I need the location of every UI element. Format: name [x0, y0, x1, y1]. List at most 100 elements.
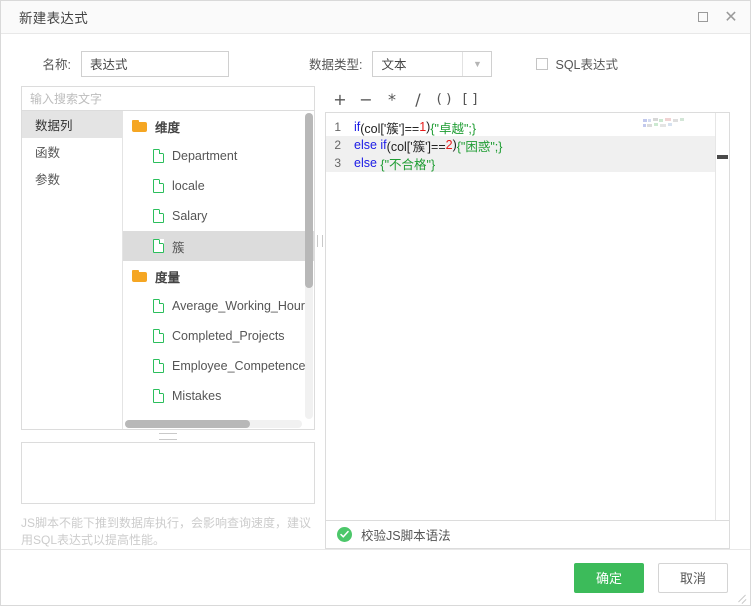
datatype-label: 数据类型: [309, 58, 363, 72]
name-label: 名称: [42, 58, 71, 72]
field-tree-panel: 数据列 函数 参数 维度 Department locale Salary 簇 … [21, 110, 315, 431]
tree-folder-measure[interactable]: 度量 [123, 261, 314, 291]
tree-horizontal-scrollbar[interactable] [125, 420, 302, 429]
operator-brackets-button[interactable]: [ ] [457, 87, 483, 111]
tree-item-locale[interactable]: locale [123, 171, 314, 201]
tree-node-label: Completed_Projects [172, 329, 285, 343]
tree-item-employee-competence[interactable]: Employee_Competence [123, 351, 314, 381]
checkbox-icon [536, 57, 549, 70]
tree-node-label: 簇 [172, 240, 185, 255]
name-input[interactable]: 表达式 [81, 50, 229, 77]
new-expression-dialog: 新建表达式 ✕ 名称: 表达式 数据类型: 文本 ▼ SQL表达式 输入搜索文字… [0, 0, 751, 606]
file-icon [153, 239, 164, 253]
operator-parentheses-label: ( ) [436, 91, 452, 107]
file-icon [153, 299, 164, 313]
expression-code-editor[interactable]: 1 if (col['簇']== 1 ) {"卓越";} 2 else if (… [325, 112, 730, 521]
tab-parameters[interactable]: 参数 [22, 165, 122, 192]
maximize-button[interactable] [694, 8, 712, 26]
tree-item-salary[interactable]: Salary [123, 201, 314, 231]
operator-multiply-label: * [388, 89, 396, 109]
check-circle-icon [337, 527, 352, 542]
tree-node-label: Employee_Competence [172, 359, 306, 373]
field-tree-scroll: 维度 Department locale Salary 簇 度量 Average… [123, 111, 314, 429]
line-number: 1 [334, 120, 341, 134]
code-token: (col['簇']== [386, 139, 446, 154]
tree-item-completed-projects[interactable]: Completed_Projects [123, 321, 314, 351]
code-line: 3 else {"不合格"} [326, 154, 729, 172]
splitter-grip-icon [317, 235, 323, 247]
code-area[interactable]: 1 if (col['簇']== 1 ) {"卓越";} 2 else if (… [326, 113, 729, 520]
search-input[interactable]: 输入搜索文字 [21, 86, 315, 110]
name-input-value: 表达式 [90, 58, 128, 72]
operator-multiply-button[interactable]: * [379, 87, 405, 111]
tree-vertical-scrollbar-thumb[interactable] [305, 113, 313, 288]
performance-hint: JS脚本不能下推到数据库执行，会影响查询速度，建议用SQL表达式以提高性能。 [21, 516, 312, 548]
file-icon [153, 179, 164, 193]
line-number: 3 [334, 156, 341, 170]
tree-horizontal-scrollbar-thumb[interactable] [125, 420, 250, 429]
confirm-button[interactable]: 确定 [574, 562, 644, 593]
tab-functions-label: 函数 [35, 146, 61, 160]
tree-node-label: Department [172, 149, 238, 163]
tree-item-mistakes[interactable]: Mistakes [123, 381, 314, 411]
operator-toolbar: + − * / ( ) [ ] [325, 86, 730, 112]
tree-node-label: Mistakes [172, 389, 222, 403]
dialog-titlebar: 新建表达式 ✕ [1, 1, 750, 34]
tree-node-label: 维度 [155, 120, 181, 135]
dialog-footer: 确定 取消 [1, 549, 750, 605]
operator-minus-button[interactable]: − [353, 87, 379, 111]
folder-icon [132, 120, 147, 132]
datatype-select-value: 文本 [381, 58, 407, 72]
tree-node-label: Salary [172, 209, 208, 223]
datatype-select[interactable]: 文本 ▼ [372, 50, 493, 77]
code-token: {"卓越";} [430, 121, 477, 136]
chevron-down-icon: ▼ [462, 51, 491, 76]
operator-parentheses-button[interactable]: ( ) [431, 87, 457, 111]
tab-parameters-label: 参数 [35, 173, 61, 187]
tree-folder-dimension[interactable]: 维度 [123, 111, 314, 141]
code-token: else [354, 156, 381, 170]
search-placeholder: 输入搜索文字 [30, 92, 103, 106]
validate-syntax-bar[interactable]: 校验JS脚本语法 [325, 521, 730, 549]
file-icon [153, 359, 164, 373]
sql-expression-checkbox[interactable]: SQL表达式 [536, 54, 618, 73]
operator-divide-button[interactable]: / [405, 87, 431, 111]
maximize-icon [698, 12, 708, 22]
line-number: 2 [334, 138, 341, 152]
tab-data-columns[interactable]: 数据列 [22, 111, 122, 138]
cancel-button-label: 取消 [679, 571, 706, 586]
validate-syntax-label: 校验JS脚本语法 [361, 529, 451, 543]
tree-node-label: 度量 [155, 270, 181, 285]
cancel-button[interactable]: 取消 [658, 562, 728, 593]
code-token: (col['簇']== [360, 121, 420, 136]
folder-icon [132, 270, 147, 282]
confirm-button-label: 确定 [595, 571, 622, 586]
editor-vertical-scrollbar[interactable] [715, 113, 729, 520]
tab-functions[interactable]: 函数 [22, 138, 122, 165]
right-panel: + − * / ( ) [ ] 1 if (col['簇']== 1) {"卓… [325, 86, 730, 549]
operator-minus-label: − [359, 89, 373, 109]
category-tabs: 数据列 函数 参数 [22, 111, 123, 430]
expression-form-row: 名称: 表达式 数据类型: 文本 ▼ SQL表达式 [1, 41, 750, 86]
code-token: {"困惑";} [456, 139, 503, 154]
file-icon [153, 329, 164, 343]
close-icon: ✕ [724, 7, 738, 26]
dialog-title: 新建表达式 [19, 11, 88, 26]
tree-item-cluster[interactable]: 簇 [123, 231, 314, 261]
tree-item-department[interactable]: Department [123, 141, 314, 171]
code-line: 2 else if (col['簇']== 2 ) {"困惑";} [326, 136, 729, 154]
panel-splitter-horizontal[interactable] [21, 430, 315, 442]
panel-splitter-vertical[interactable] [317, 234, 323, 248]
tab-data-columns-label: 数据列 [35, 119, 73, 133]
file-icon [153, 389, 164, 403]
resize-grip-icon[interactable] [736, 591, 747, 602]
operator-plus-label: + [333, 89, 347, 109]
operator-plus-button[interactable]: + [327, 87, 353, 111]
field-tree: 维度 Department locale Salary 簇 度量 Average… [123, 111, 314, 430]
dialog-body: 输入搜索文字 数据列 函数 参数 维度 Department locale Sa… [1, 86, 750, 549]
editor-vertical-scrollbar-thumb[interactable] [717, 155, 728, 159]
tree-item-average-working-hours[interactable]: Average_Working_Hours [123, 291, 314, 321]
file-icon [153, 149, 164, 163]
close-button[interactable]: ✕ [722, 8, 740, 26]
tree-vertical-scrollbar[interactable] [305, 113, 313, 420]
